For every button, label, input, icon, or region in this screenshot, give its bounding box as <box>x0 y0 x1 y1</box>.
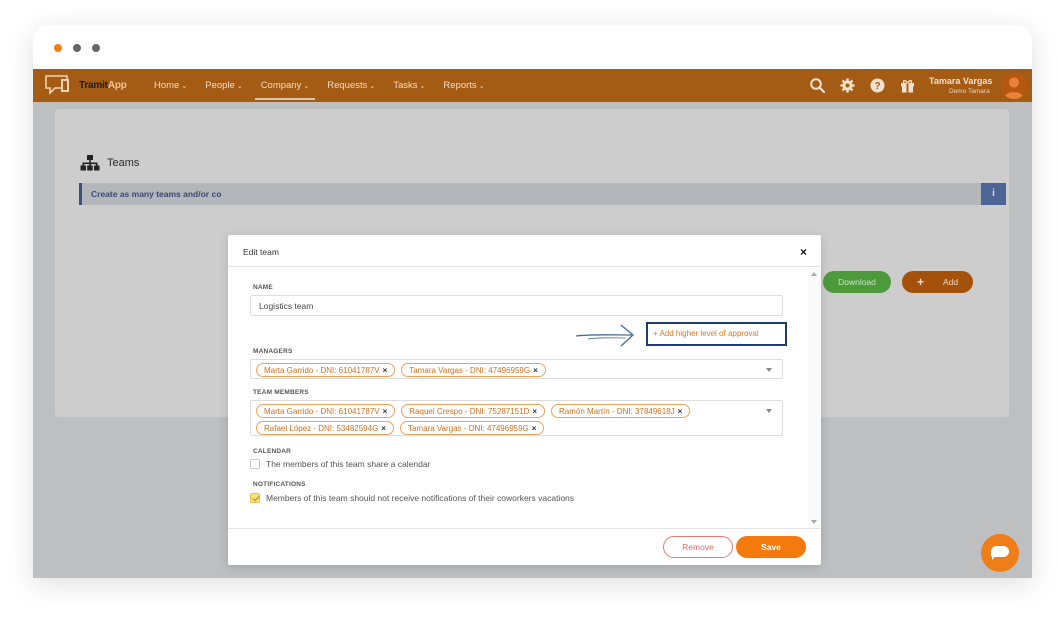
nav-tasks[interactable]: Tasks ⌄ <box>384 69 434 102</box>
chevron-down-icon: ⌄ <box>419 83 426 90</box>
notifications-checkbox[interactable] <box>250 493 260 503</box>
chevron-down-icon: ⌄ <box>478 83 485 90</box>
nav-company[interactable]: Company ⌄ <box>252 69 319 102</box>
member-chip: Ramón Martín - DNI: 37849618J × <box>551 404 691 418</box>
main-nav: Home ⌄ People ⌄ Company ⌄ Requests ⌄ Tasks ⌄ … <box>145 69 494 102</box>
notifications-label: NOTIFICATIONS <box>253 481 306 488</box>
remove-chip-icon[interactable]: × <box>678 407 683 416</box>
calendar-checkbox-row[interactable]: The members of this team share a calenda… <box>250 459 430 469</box>
svg-text:?: ? <box>874 81 880 92</box>
save-button[interactable]: Save <box>736 536 806 558</box>
member-chip: Marta Garrido - DNI: 61041787V × <box>256 404 396 418</box>
team-members-select[interactable]: Marta Garrido - DNI: 61041787V × Raquel Cr… <box>250 400 783 436</box>
chevron-down-icon: ⌄ <box>181 83 188 90</box>
remove-button[interactable]: Remove <box>663 536 733 558</box>
add-team-button[interactable]: + Add <box>902 271 973 293</box>
page-title: Teams <box>107 157 140 169</box>
calendar-checkbox-text: The members of this team share a calenda… <box>266 459 431 469</box>
remove-chip-icon[interactable]: × <box>532 424 537 433</box>
team-name-input[interactable]: Logistics team <box>250 295 783 316</box>
app-header: TramitApp Home ⌄ People ⌄ Company ⌄ Request… <box>33 69 1032 102</box>
team-members-label: TEAM MEMBERS <box>253 389 309 396</box>
modal-header: Edit team × <box>228 235 821 267</box>
chevron-down-icon: ⌄ <box>369 83 376 90</box>
user-company: Demo Tamara <box>949 88 990 95</box>
help-icon[interactable]: ? <box>869 77 886 94</box>
edit-team-modal: Edit team × NAME Logistics team + Add hi… <box>228 235 821 565</box>
arrow-annotation-icon <box>575 324 634 347</box>
member-chip: Rafael López - DNI: 53482594G × <box>256 421 394 435</box>
modal-scrollbar[interactable] <box>808 268 821 528</box>
logo-text: TramitApp <box>79 79 127 91</box>
name-label: NAME <box>253 284 273 291</box>
nav-requests[interactable]: Requests ⌄ <box>318 69 384 102</box>
calendar-label: CALENDAR <box>253 448 292 455</box>
gift-icon[interactable] <box>899 77 916 94</box>
download-button[interactable]: Download <box>823 271 891 293</box>
remove-chip-icon[interactable]: × <box>532 407 537 416</box>
user-name[interactable]: Tamara Vargas <box>929 76 992 86</box>
user-avatar-icon <box>1004 77 1024 99</box>
remove-chip-icon[interactable]: × <box>533 366 538 375</box>
managers-label: MANAGERS <box>253 348 293 355</box>
scroll-down-icon[interactable] <box>811 520 817 524</box>
manager-chip: Tamara Vargas - DNI: 47496959G × <box>401 363 546 377</box>
window-titlebar <box>33 25 1032 69</box>
window-dot-maximize[interactable] <box>92 44 100 52</box>
chevron-down-icon[interactable] <box>766 409 772 413</box>
avatar[interactable] <box>1001 73 1027 99</box>
manager-chip: Marta Garrido - DNI: 61041787V × <box>256 363 396 377</box>
info-button[interactable]: i <box>981 183 1006 205</box>
add-approval-level-link[interactable]: + Add higher level of approval <box>653 329 759 338</box>
nav-people[interactable]: People ⌄ <box>196 69 251 102</box>
browser-window: TramitApp Home ⌄ People ⌄ Company ⌄ Request… <box>33 25 1032 578</box>
info-banner-text: Create as many teams and/or co <box>91 189 222 199</box>
add-label: Add <box>943 277 959 287</box>
notifications-checkbox-row[interactable]: Members of this team should not receive … <box>250 493 574 503</box>
search-icon[interactable] <box>809 77 826 94</box>
notifications-checkbox-text: Members of this team should not receive … <box>266 493 575 503</box>
modal-body: NAME Logistics team + Add higher level o… <box>228 268 808 528</box>
chevron-down-icon: ⌄ <box>236 83 243 90</box>
tramitapp-logo[interactable]: TramitApp <box>43 73 127 97</box>
nav-home[interactable]: Home ⌄ <box>145 69 196 102</box>
calendar-checkbox[interactable] <box>250 459 260 469</box>
close-icon[interactable]: × <box>800 245 807 259</box>
remove-chip-icon[interactable]: × <box>383 366 388 375</box>
modal-footer: Remove Save <box>228 528 821 565</box>
member-chip: Tamara Vargas - DNI: 47496959G × <box>399 421 545 435</box>
managers-select[interactable]: Marta Garrido - DNI: 61041787V × Tamara Va… <box>250 359 783 379</box>
modal-title: Edit team <box>243 247 279 257</box>
member-chip: Raquel Crespo - DNI: 75287151D × <box>401 404 546 418</box>
gear-icon[interactable] <box>839 77 856 94</box>
plus-icon: + <box>917 275 925 289</box>
window-dot-minimize[interactable] <box>73 44 81 52</box>
scroll-up-icon[interactable] <box>811 272 817 276</box>
highlight-box: + Add higher level of approval <box>646 322 787 346</box>
remove-chip-icon[interactable]: × <box>381 424 386 433</box>
window-dot-close[interactable] <box>54 44 62 52</box>
chevron-down-icon: ⌄ <box>303 83 310 90</box>
chat-widget-button[interactable] <box>981 534 1019 572</box>
info-banner: Create as many teams and/or co <box>79 183 985 205</box>
nav-reports[interactable]: Reports ⌄ <box>434 69 493 102</box>
remove-chip-icon[interactable]: × <box>383 407 388 416</box>
org-chart-icon <box>80 155 100 171</box>
chevron-down-icon[interactable] <box>766 368 772 372</box>
page-content: Teams Create as many teams and/or co i D… <box>33 102 1032 578</box>
logo-icon <box>45 75 69 95</box>
